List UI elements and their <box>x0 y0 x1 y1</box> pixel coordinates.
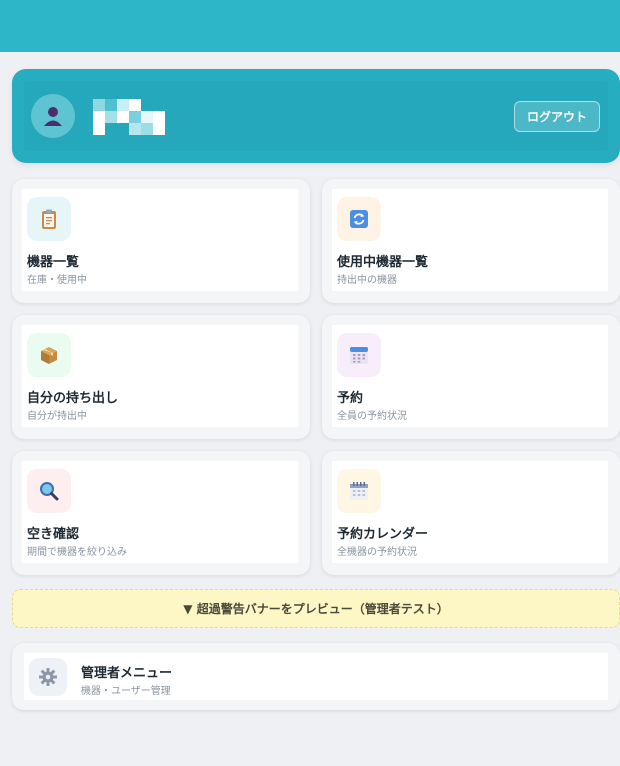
gear-icon <box>29 658 67 696</box>
card-inner: 使用中機器一覧 持出中の機器 <box>332 189 608 291</box>
admin-menu-subtitle: 機器・ユーザー管理 <box>81 686 171 697</box>
admin-card-inner: 管理者メニュー 機器・ユーザー管理 <box>24 653 608 700</box>
user-icon <box>44 107 62 126</box>
menu-card-reservation-calendar[interactable]: 予約カレンダー 全機器の予約状況 <box>322 451 620 575</box>
magnifier-icon <box>27 469 71 513</box>
card-inner: 自分の持ち出し 自分が持出中 <box>22 325 298 427</box>
menu-card-reservations[interactable]: 予約 全員の予約状況 <box>322 315 620 439</box>
card-subtitle: 全機器の予約状況 <box>337 547 417 558</box>
card-inner: 予約カレンダー 全機器の予約状況 <box>332 461 608 563</box>
card-title: 予約カレンダー <box>337 527 429 542</box>
card-inner: 機器一覧 在庫・使用中 <box>22 189 298 291</box>
overdue-banner-preview-label: ▼ 超過警告バナーをプレビュー（管理者テスト） <box>183 602 449 616</box>
admin-menu-card[interactable]: 管理者メニュー 機器・ユーザー管理 <box>12 643 620 710</box>
card-subtitle: 全員の予約状況 <box>337 411 407 422</box>
card-inner: 予約 全員の予約状況 <box>332 325 608 427</box>
calendar-icon <box>337 333 381 377</box>
card-subtitle: 期間で機器を絞り込み <box>27 547 127 558</box>
refresh-icon <box>337 197 381 241</box>
card-subtitle: 持出中の機器 <box>337 275 397 286</box>
menu-card-in-use-list[interactable]: 使用中機器一覧 持出中の機器 <box>322 179 620 303</box>
overdue-banner-preview-button[interactable]: ▼ 超過警告バナーをプレビュー（管理者テスト） <box>12 589 620 628</box>
card-title: 空き確認 <box>27 527 80 542</box>
card-title: 予約 <box>337 391 364 406</box>
package-icon <box>27 333 71 377</box>
logout-button[interactable]: ログアウト <box>514 101 600 132</box>
card-title: 機器一覧 <box>27 255 80 270</box>
menu-card-availability[interactable]: 空き確認 期間で機器を絞り込み <box>12 451 310 575</box>
menu-card-equipment-list[interactable]: 機器一覧 在庫・使用中 <box>12 179 310 303</box>
username-pixelated <box>93 99 167 135</box>
card-subtitle: 在庫・使用中 <box>27 275 87 286</box>
user-card: ログアウト <box>12 69 620 163</box>
spiral-calendar-icon <box>337 469 381 513</box>
avatar <box>31 94 75 138</box>
top-app-bar <box>0 0 620 52</box>
card-inner: 空き確認 期間で機器を絞り込み <box>22 461 298 563</box>
card-subtitle: 自分が持出中 <box>27 411 87 422</box>
menu-card-my-checkouts[interactable]: 自分の持ち出し 自分が持出中 <box>12 315 310 439</box>
card-title: 自分の持ち出し <box>27 391 119 406</box>
card-title: 使用中機器一覧 <box>337 255 429 270</box>
admin-menu-title: 管理者メニュー <box>81 666 173 681</box>
clipboard-icon <box>27 197 71 241</box>
